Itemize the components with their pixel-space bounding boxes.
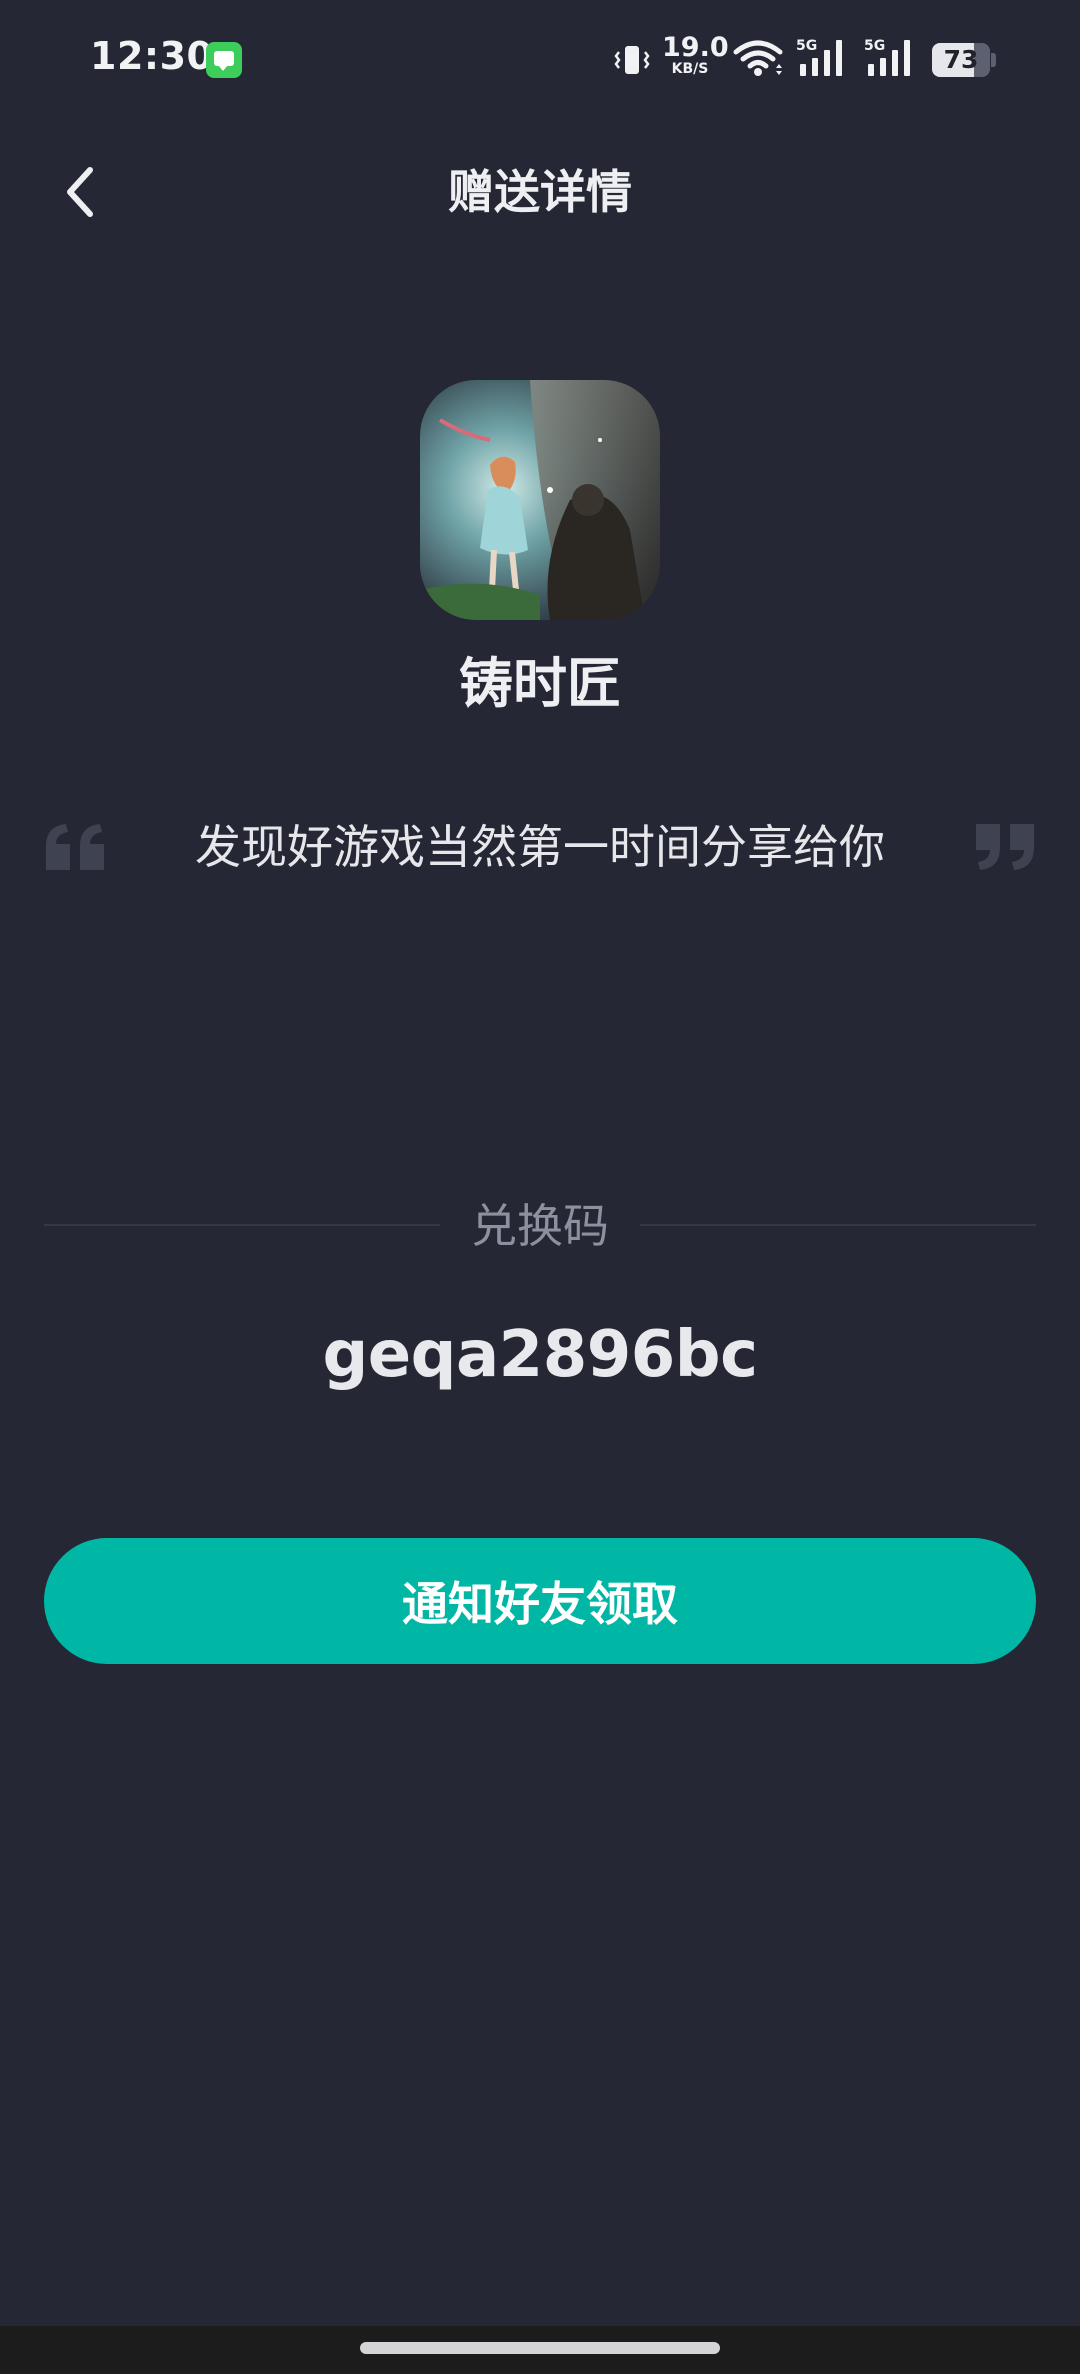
redeem-code-label: 兑换码 — [471, 1199, 609, 1253]
network-speed-value: 19.0 — [662, 32, 729, 63]
message-notification-icon — [206, 42, 242, 78]
chevron-left-icon — [67, 167, 93, 217]
redeem-code-value[interactable]: geqa2896bc — [240, 1310, 840, 1400]
close-quote-icon — [972, 822, 1036, 872]
home-indicator[interactable] — [360, 2342, 720, 2354]
battery-icon: 73 — [932, 43, 996, 77]
cellular-signal-icon: 5G — [864, 36, 920, 80]
game-name: 铸时匠 — [459, 652, 621, 715]
network-type-label: 5G — [864, 38, 885, 54]
game-icon — [420, 380, 660, 620]
network-speed: 19.0 KB/S — [662, 32, 729, 77]
battery-level: 73 — [943, 45, 979, 74]
network-speed-unit: KB/S — [671, 61, 709, 77]
network-type-label: 5G — [796, 38, 817, 54]
back-button[interactable] — [44, 152, 116, 232]
open-quote-icon — [44, 822, 108, 872]
page-title: 赠送详情 — [448, 165, 632, 219]
notify-friend-button[interactable]: 通知好友领取 — [44, 1538, 1036, 1664]
cellular-signal-icon: 5G — [796, 36, 852, 80]
status-time: 12:30 — [90, 34, 214, 78]
divider — [44, 1224, 440, 1226]
wifi-icon — [732, 38, 784, 78]
divider — [640, 1224, 1036, 1226]
gift-message: 发现好游戏当然第一时间分享给你 — [195, 820, 885, 874]
vibrate-icon — [612, 40, 652, 80]
